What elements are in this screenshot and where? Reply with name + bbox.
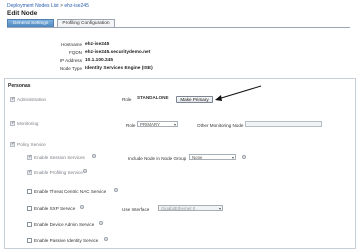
profiling-service-checkbox[interactable] (27, 169, 32, 175)
breadcrumb: Deployment Nodes List > ehz-ise245 (7, 3, 89, 9)
breadcrumb-current: ehz-ise245 (64, 3, 89, 9)
fqdn-value: ehz-ise245.securitydemo.net (85, 50, 151, 55)
monitoring-role-select[interactable]: PRIMARY ▾ (137, 121, 178, 127)
info-icon[interactable]: i (99, 221, 103, 225)
personas-title: Personas (8, 83, 31, 89)
session-services-label: Enable Session Services (34, 155, 85, 160)
threat-centric-nac-checkbox[interactable] (27, 189, 32, 194)
profiling-service-label: Enable Profiling Service (34, 170, 83, 175)
breadcrumb-link-deployment-nodes[interactable]: Deployment Nodes List (7, 3, 59, 9)
node-group-value: None (192, 155, 203, 160)
node-type-value: Identity Services Engine (ISE) (85, 66, 153, 71)
session-services-checkbox[interactable] (27, 154, 32, 160)
chevron-down-icon: ▾ (173, 122, 176, 127)
threat-centric-nac-label: Enable Threat Centric NAC Service (34, 189, 107, 194)
passive-identity-service-label: Enable Passive Identity Service (34, 238, 99, 243)
tab-profiling-configuration[interactable]: Profiling Configuration (57, 19, 115, 27)
policy-service-label: Policy Service (17, 142, 46, 147)
fqdn-label: FQDN (68, 50, 82, 55)
sxp-service-label: Enable SXP Service (34, 206, 76, 211)
interface-value: GigabitEthernet 0 (161, 206, 196, 211)
ip-address-value: 10.1.100.245 (85, 58, 114, 63)
passive-identity-service-checkbox[interactable] (27, 238, 32, 243)
info-icon[interactable]: i (104, 237, 108, 241)
other-monitoring-node-label: Other Monitoring Node (197, 123, 244, 128)
node-type-row: Node Type Identity Services Engine (ISE) (7, 66, 207, 72)
monitoring-label: Monitoring (17, 121, 39, 126)
annotation-arrow-icon (215, 85, 262, 101)
device-admin-service-checkbox[interactable] (27, 222, 32, 227)
administration-role-value: STANDALONE (137, 95, 169, 100)
administration-label: Administration (17, 97, 47, 102)
other-monitoring-node-field[interactable] (245, 121, 322, 127)
ip-address-row: IP Address 10.1.100.245 (7, 58, 207, 64)
node-group-label: Include Node in Node Group (128, 156, 187, 161)
ip-address-label: IP Address (59, 58, 82, 63)
device-admin-service-label: Enable Device Admin Service (34, 222, 95, 227)
chevron-down-icon: ▾ (218, 206, 221, 211)
administration-role-label: Role (122, 97, 132, 102)
policy-service-checkbox[interactable] (10, 141, 15, 147)
make-primary-button[interactable]: Make Primary (176, 96, 213, 103)
hostname-label: Hostname (61, 42, 82, 47)
administration-checkbox[interactable] (10, 96, 15, 102)
node-type-label: Node Type (59, 66, 82, 71)
node-group-select[interactable]: None ▾ (189, 154, 236, 160)
chevron-down-icon: ▾ (231, 155, 234, 160)
page-title: Edit Node (7, 10, 38, 17)
info-icon[interactable]: i (92, 154, 96, 158)
tab-general-settings[interactable]: General Settings (7, 19, 54, 27)
tab-bar: General Settings Profiling Configuration (7, 19, 350, 28)
fqdn-row: FQDN ehz-ise245.securitydemo.net (7, 50, 207, 56)
breadcrumb-separator: > (60, 3, 64, 9)
interface-select[interactable]: GigabitEthernet 0 ▾ (158, 205, 223, 211)
info-icon[interactable]: i (80, 205, 84, 209)
info-icon[interactable]: i (114, 188, 118, 192)
info-icon[interactable]: i (83, 169, 87, 173)
info-icon[interactable]: i (242, 155, 246, 159)
hostname-value: ehz-ise245 (85, 42, 110, 47)
hostname-row: Hostname ehz-ise245 (7, 42, 207, 48)
monitoring-role-label: Role (126, 123, 136, 128)
sxp-service-checkbox[interactable] (27, 206, 32, 211)
monitoring-checkbox[interactable] (10, 120, 15, 126)
use-interface-label: Use Interface (122, 207, 150, 212)
monitoring-role-value: PRIMARY (140, 122, 160, 127)
